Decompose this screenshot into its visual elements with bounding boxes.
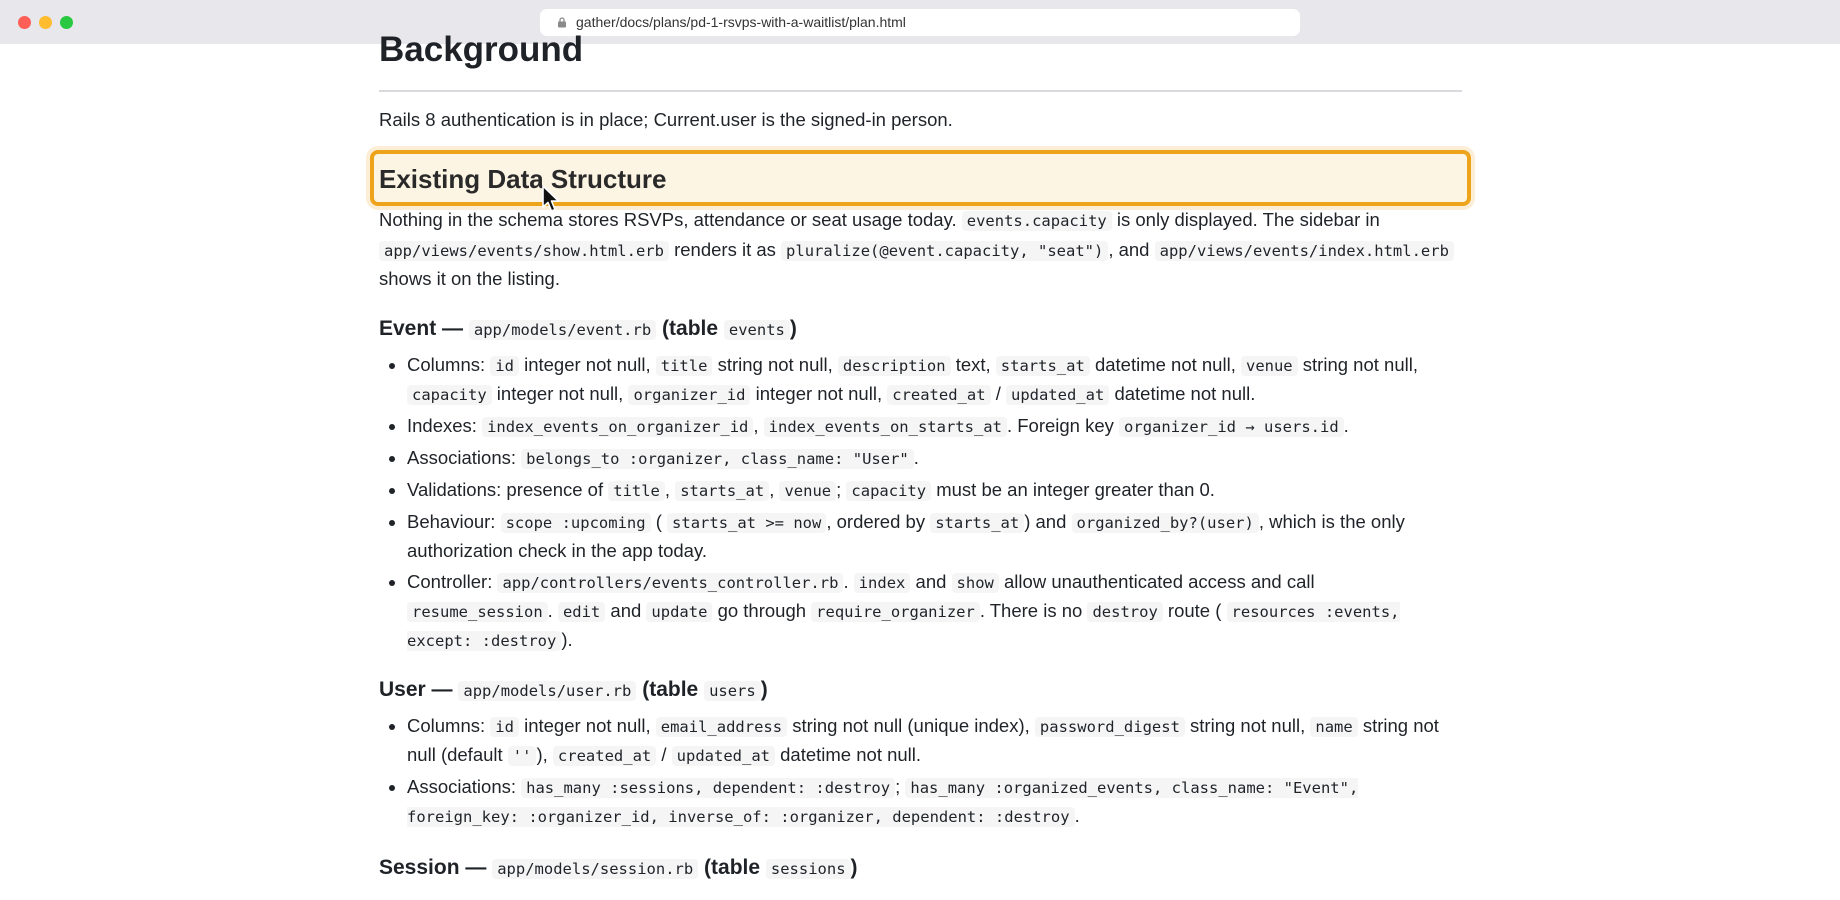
- list-item-event-columns: Columns: id integer not null, title stri…: [407, 351, 1462, 409]
- lock-icon: [558, 17, 566, 28]
- subheading-event: Event — app/models/event.rb (table event…: [379, 316, 797, 340]
- list-item-user-associations: Associations: has_many :sessions, depend…: [407, 773, 1462, 831]
- document-content: Background Rails 8 authentication is in …: [370, 32, 1471, 890]
- browser-titlebar: gather/docs/plans/pd-1-rsvps-with-a-wait…: [0, 0, 1840, 44]
- maximize-window-button[interactable]: [60, 16, 73, 29]
- subheading-session: Session — app/models/session.rb (table s…: [379, 855, 858, 879]
- event-details-list: Columns: id integer not null, title stri…: [379, 351, 1462, 655]
- minimize-window-button[interactable]: [39, 16, 52, 29]
- address-bar[interactable]: gather/docs/plans/pd-1-rsvps-with-a-wait…: [540, 9, 1300, 36]
- list-item-event-associations: Associations: belongs_to :organizer, cla…: [407, 444, 1462, 473]
- section-heading-existing-data-structure[interactable]: Existing Data Structure: [379, 164, 667, 194]
- list-item-user-columns: Columns: id integer not null, email_addr…: [407, 712, 1462, 770]
- page-heading-background: Background: [379, 32, 1462, 92]
- highlighted-heading: Existing Data Structure: [370, 150, 1471, 206]
- list-item-event-validations: Validations: presence of title, starts_a…: [407, 476, 1462, 505]
- close-window-button[interactable]: [18, 16, 31, 29]
- list-item-event-behaviour: Behaviour: scope :upcoming ( starts_at >…: [407, 508, 1462, 565]
- subheading-user: User — app/models/user.rb (table users): [379, 677, 768, 701]
- user-details-list: Columns: id integer not null, email_addr…: [379, 712, 1462, 831]
- list-item-event-indexes: Indexes: index_events_on_organizer_id, i…: [407, 412, 1462, 441]
- url-text: gather/docs/plans/pd-1-rsvps-with-a-wait…: [576, 14, 906, 30]
- intro-paragraph: Nothing in the schema stores RSVPs, atte…: [379, 206, 1462, 294]
- background-paragraph: Rails 8 authentication is in place; Curr…: [379, 109, 953, 130]
- list-item-event-controller: Controller: app/controllers/events_contr…: [407, 568, 1462, 655]
- mouse-pointer-icon: [542, 185, 560, 212]
